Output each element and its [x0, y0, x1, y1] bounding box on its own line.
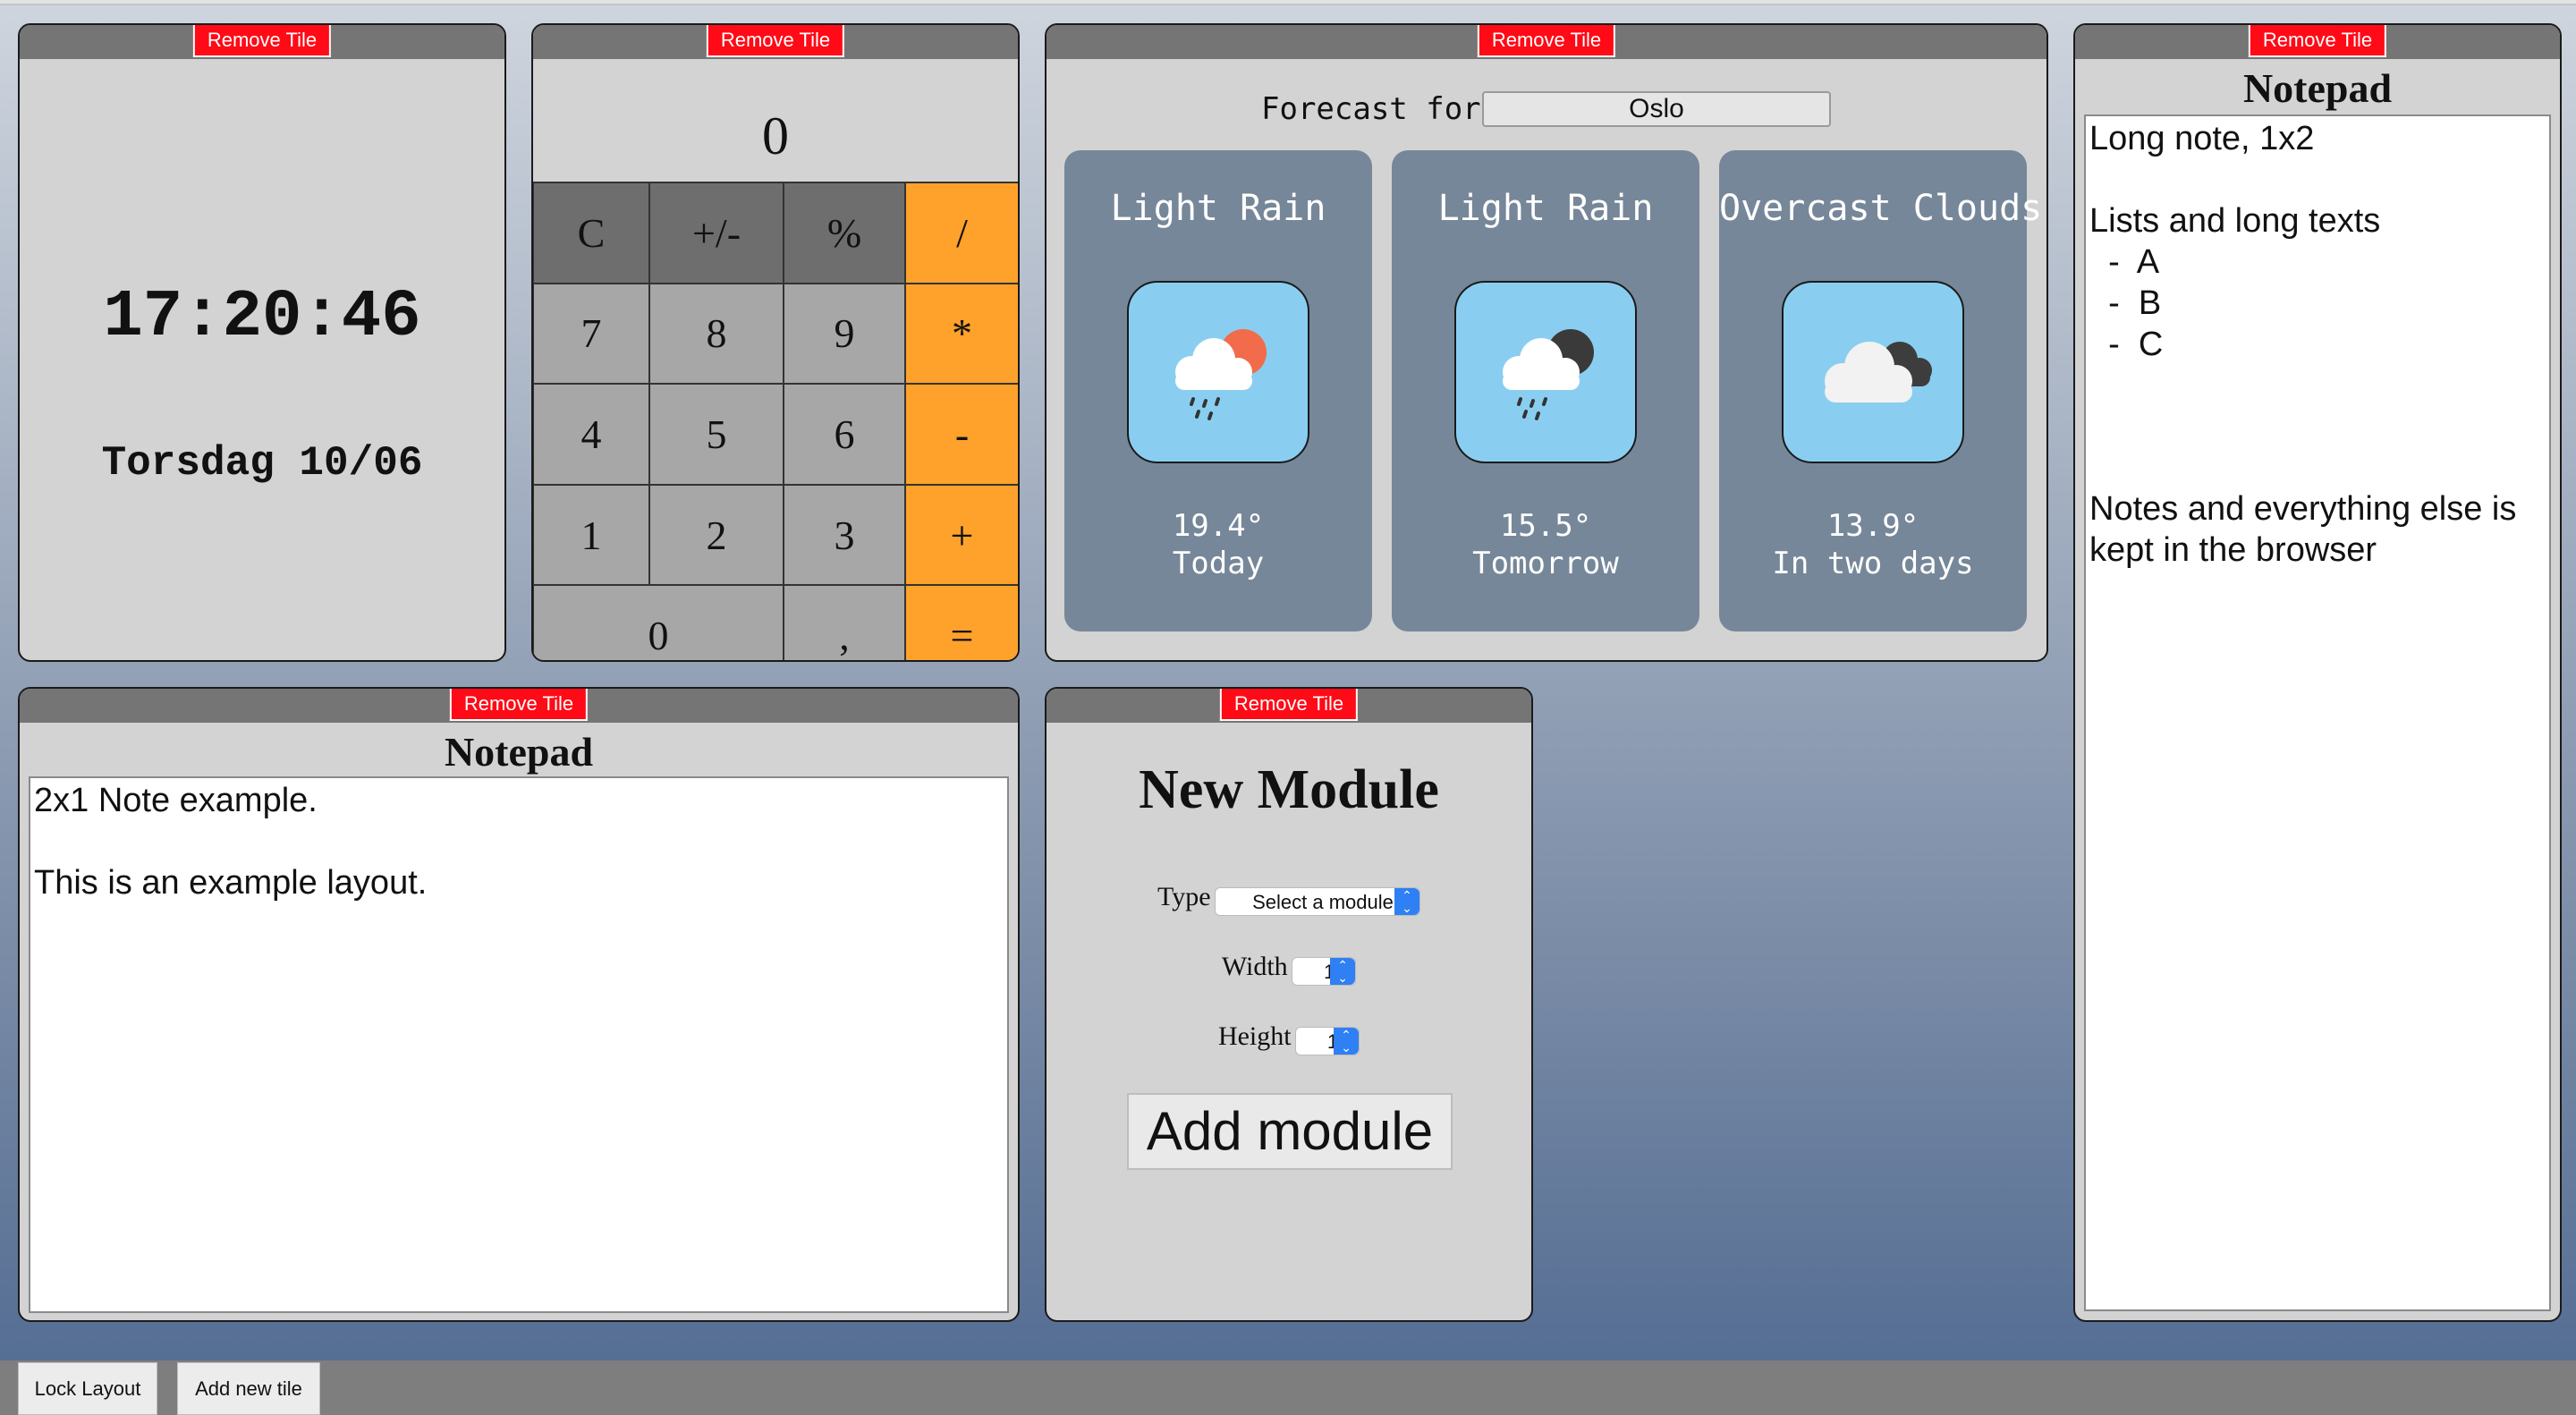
notepad-textarea[interactable]: 2x1 Note example. This is an example lay…	[29, 776, 1009, 1313]
forecast-description: Light Rain	[1437, 188, 1654, 229]
new-module-tile: Remove Tile New Module Type Select a mod…	[1045, 687, 1533, 1322]
height-label: Height	[1217, 1021, 1292, 1051]
divide-key[interactable]: /	[904, 182, 1018, 284]
add-module-button[interactable]: Add module	[1127, 1093, 1453, 1170]
tile-header-bar: Remove Tile	[2075, 25, 2560, 59]
width-select[interactable]: 1 ⌃ ⌄	[1292, 956, 1357, 986]
forecast-temperature: 19.4°	[1172, 508, 1265, 544]
eight-key[interactable]: 8	[648, 282, 784, 386]
type-select-value: Select a module	[1252, 890, 1394, 913]
forecast-temperature: 13.9°	[1826, 508, 1919, 544]
notepad-title: Notepad	[2242, 65, 2393, 111]
weather-tile: Remove Tile Forecast for Oslo Light Rain…	[1045, 23, 2048, 662]
forecast-card-tomorrow: Light Rain 15.5° Tomorrow	[1392, 150, 1699, 631]
two-key[interactable]: 2	[648, 483, 784, 587]
calculator-display: 0	[762, 106, 789, 165]
forecast-card-two-days: Overcast Clouds 13.9° In two days	[1719, 150, 2043, 631]
select-stepper-icon: ⌃ ⌄	[1394, 887, 1419, 915]
forecast-description: Overcast Clouds	[1719, 188, 2043, 229]
remove-tile-button[interactable]: Remove Tile	[1477, 25, 1616, 57]
five-key[interactable]: 5	[648, 383, 784, 486]
percent-key[interactable]: %	[783, 182, 906, 284]
sign-key[interactable]: +/-	[648, 182, 784, 284]
clock-time: 17:20:46	[103, 280, 421, 355]
clear-key[interactable]: C	[533, 182, 650, 284]
select-stepper-icon: ⌃ ⌄	[1330, 957, 1356, 985]
add-new-tile-button[interactable]: Add new tile	[177, 1362, 320, 1415]
light-rain-night-icon	[1454, 281, 1637, 463]
forecast-day: Tomorrow	[1472, 546, 1619, 581]
forecast-label: Forecast for	[1261, 91, 1481, 127]
forecast-description: Light Rain	[1110, 188, 1326, 229]
plus-key[interactable]: +	[904, 483, 1018, 587]
height-row: Height 1 ⌃ ⌄	[1046, 1021, 1531, 1055]
footer-bar	[0, 1360, 2576, 1415]
width-label: Width	[1221, 952, 1288, 981]
notepad-wide-tile: Remove Tile Notepad 2x1 Note example. Th…	[18, 687, 1020, 1322]
equals-key[interactable]: =	[904, 584, 1018, 660]
seven-key[interactable]: 7	[533, 282, 650, 386]
city-input[interactable]: Oslo	[1482, 91, 1831, 127]
minus-key[interactable]: -	[904, 383, 1018, 486]
notepad-long-tile: Remove Tile Notepad Long note, 1x2 Lists…	[2073, 23, 2562, 1322]
remove-tile-button[interactable]: Remove Tile	[449, 689, 589, 721]
lock-layout-button[interactable]: Lock Layout	[18, 1362, 157, 1415]
remove-tile-button[interactable]: Remove Tile	[192, 25, 332, 57]
type-row: Type Select a module ⌃ ⌄	[1046, 882, 1531, 916]
width-row: Width 1 ⌃ ⌄	[1046, 952, 1531, 986]
clock-tile: Remove Tile 17:20:46 Torsdag 10/06	[18, 23, 506, 662]
forecast-day: Today	[1172, 546, 1265, 581]
tile-header-bar: Remove Tile	[20, 25, 504, 59]
notepad-textarea[interactable]: Long note, 1x2 Lists and long texts - A …	[2084, 114, 2551, 1311]
select-stepper-icon: ⌃ ⌄	[1334, 1027, 1360, 1055]
comma-key[interactable]: ,	[783, 584, 906, 660]
type-label: Type	[1157, 882, 1211, 911]
light-rain-day-icon	[1127, 281, 1309, 463]
tile-header-bar: Remove Tile	[1046, 25, 2046, 59]
browser-edge	[0, 0, 2576, 5]
tile-header-bar: Remove Tile	[1046, 689, 1531, 723]
one-key[interactable]: 1	[533, 483, 650, 587]
remove-tile-button[interactable]: Remove Tile	[2248, 25, 2387, 57]
zero-key[interactable]: 0	[533, 584, 784, 660]
forecast-temperature: 15.5°	[1499, 508, 1592, 544]
new-module-title: New Module	[1139, 759, 1439, 820]
remove-tile-button[interactable]: Remove Tile	[706, 25, 845, 57]
three-key[interactable]: 3	[783, 483, 906, 587]
nine-key[interactable]: 9	[783, 282, 906, 386]
four-key[interactable]: 4	[533, 383, 650, 486]
tile-header-bar: Remove Tile	[20, 689, 1018, 723]
forecast-day: In two days	[1772, 546, 1974, 581]
forecast-card-today: Light Rain 19.4° Today	[1064, 150, 1372, 631]
height-select[interactable]: 1 ⌃ ⌄	[1295, 1026, 1360, 1055]
calculator-tile: Remove Tile 0 C +/- % / 7 8 9 * 4 5 6 - …	[531, 23, 1020, 662]
clock-date: Torsdag 10/06	[101, 440, 423, 487]
notepad-title: Notepad	[444, 729, 594, 775]
type-select[interactable]: Select a module ⌃ ⌄	[1215, 886, 1420, 916]
overcast-clouds-icon	[1782, 281, 1964, 463]
tile-header-bar: Remove Tile	[533, 25, 1018, 59]
multiply-key[interactable]: *	[904, 282, 1018, 386]
six-key[interactable]: 6	[783, 383, 906, 486]
calculator-keypad: C +/- % / 7 8 9 * 4 5 6 - 1 2 3 + 0 , =	[533, 182, 1018, 660]
remove-tile-button[interactable]: Remove Tile	[1219, 689, 1359, 721]
